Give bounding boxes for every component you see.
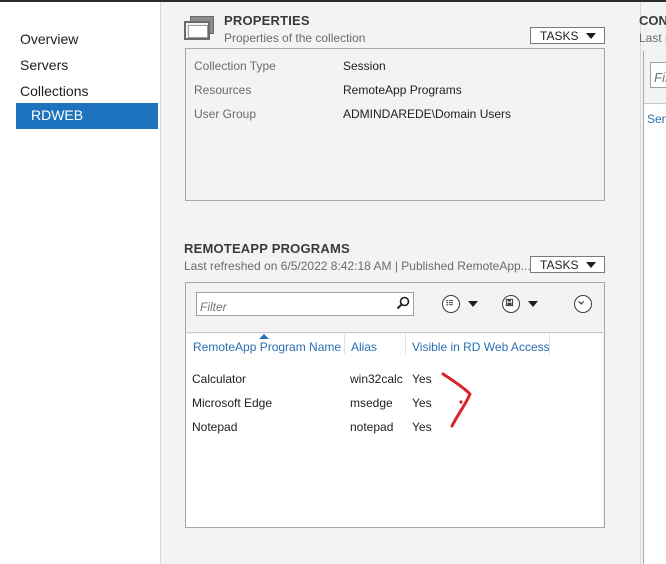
chevron-down-icon bbox=[586, 33, 596, 39]
search-icon[interactable] bbox=[396, 296, 410, 310]
remoteapp-title: REMOTEAPP PROGRAMS bbox=[184, 241, 350, 256]
program-name-cell: Calculator bbox=[192, 372, 247, 386]
prop-value-user-group: ADMINDAREDE\Domain Users bbox=[343, 107, 512, 121]
properties-subtitle: Properties of the collection bbox=[224, 31, 366, 45]
remoteapp-subtitle: Last refreshed on 6/5/2022 8:42:18 AM | … bbox=[184, 259, 531, 273]
program-name-cell: Microsoft Edge bbox=[192, 396, 273, 410]
alias-cell: msedge bbox=[350, 396, 393, 410]
nav-item-overview[interactable]: Overview bbox=[20, 31, 78, 47]
remoteapp-tasks-button[interactable]: TASKS bbox=[530, 256, 605, 273]
nav-item-collections[interactable]: Collections bbox=[20, 83, 88, 99]
prop-label-user-group: User Group bbox=[194, 107, 257, 121]
connections-list bbox=[644, 103, 666, 564]
remoteapp-list: RemoteApp Program Name Alias Visible in … bbox=[186, 334, 603, 527]
connections-column-header[interactable]: Serv bbox=[647, 112, 666, 126]
chevron-down-icon bbox=[586, 262, 596, 268]
connections-filter-input[interactable] bbox=[650, 62, 666, 88]
main-panel: PROPERTIES Properties of the collection … bbox=[161, 2, 640, 564]
column-header-alias[interactable]: Alias bbox=[351, 340, 377, 354]
prop-value-resources: RemoteApp Programs bbox=[343, 83, 462, 97]
red-annotation-mark bbox=[441, 372, 472, 428]
visible-cell: Yes bbox=[412, 396, 432, 410]
collection-window-icon bbox=[184, 16, 215, 41]
properties-title: PROPERTIES bbox=[224, 13, 310, 28]
column-divider[interactable] bbox=[549, 334, 550, 354]
column-divider[interactable] bbox=[405, 334, 406, 354]
nav-item-servers[interactable]: Servers bbox=[20, 57, 68, 73]
chevron-down-icon[interactable] bbox=[528, 301, 538, 307]
chevron-down-icon bbox=[578, 301, 585, 305]
left-nav: Overview Servers Collections RDWEB bbox=[0, 2, 161, 564]
query-options-button[interactable] bbox=[442, 295, 460, 313]
filter-input[interactable] bbox=[196, 292, 414, 316]
remoteapp-box: RemoteApp Program Name Alias Visible in … bbox=[185, 282, 605, 528]
list-icon bbox=[446, 299, 453, 306]
filter-toolbar bbox=[186, 283, 603, 333]
prop-label-collection-type: Collection Type bbox=[194, 59, 276, 73]
program-name-cell: Notepad bbox=[192, 420, 238, 434]
alias-cell: win32calc bbox=[350, 372, 403, 386]
chevron-down-icon[interactable] bbox=[468, 301, 478, 307]
column-divider[interactable] bbox=[344, 334, 345, 354]
tasks-label: TASKS bbox=[540, 258, 579, 272]
properties-tasks-button[interactable]: TASKS bbox=[530, 27, 605, 44]
save-query-button[interactable] bbox=[502, 295, 520, 313]
column-header-visible-rdweb[interactable]: Visible in RD Web Access bbox=[412, 340, 550, 354]
prop-value-collection-type: Session bbox=[343, 59, 386, 73]
column-header-program-name[interactable]: RemoteApp Program Name bbox=[193, 340, 341, 354]
properties-box: Collection Type Session Resources Remote… bbox=[185, 48, 605, 201]
nav-item-rdweb[interactable]: RDWEB bbox=[16, 103, 158, 129]
connections-title: CONN bbox=[639, 13, 666, 28]
prop-label-resources: Resources bbox=[194, 83, 252, 97]
expand-button[interactable] bbox=[574, 295, 592, 313]
visible-cell: Yes bbox=[412, 372, 432, 386]
connections-subtitle: Last r bbox=[639, 31, 666, 45]
visible-cell: Yes bbox=[412, 420, 432, 434]
alias-cell: notepad bbox=[350, 420, 394, 434]
save-icon bbox=[505, 298, 514, 307]
tasks-label: TASKS bbox=[540, 29, 579, 43]
